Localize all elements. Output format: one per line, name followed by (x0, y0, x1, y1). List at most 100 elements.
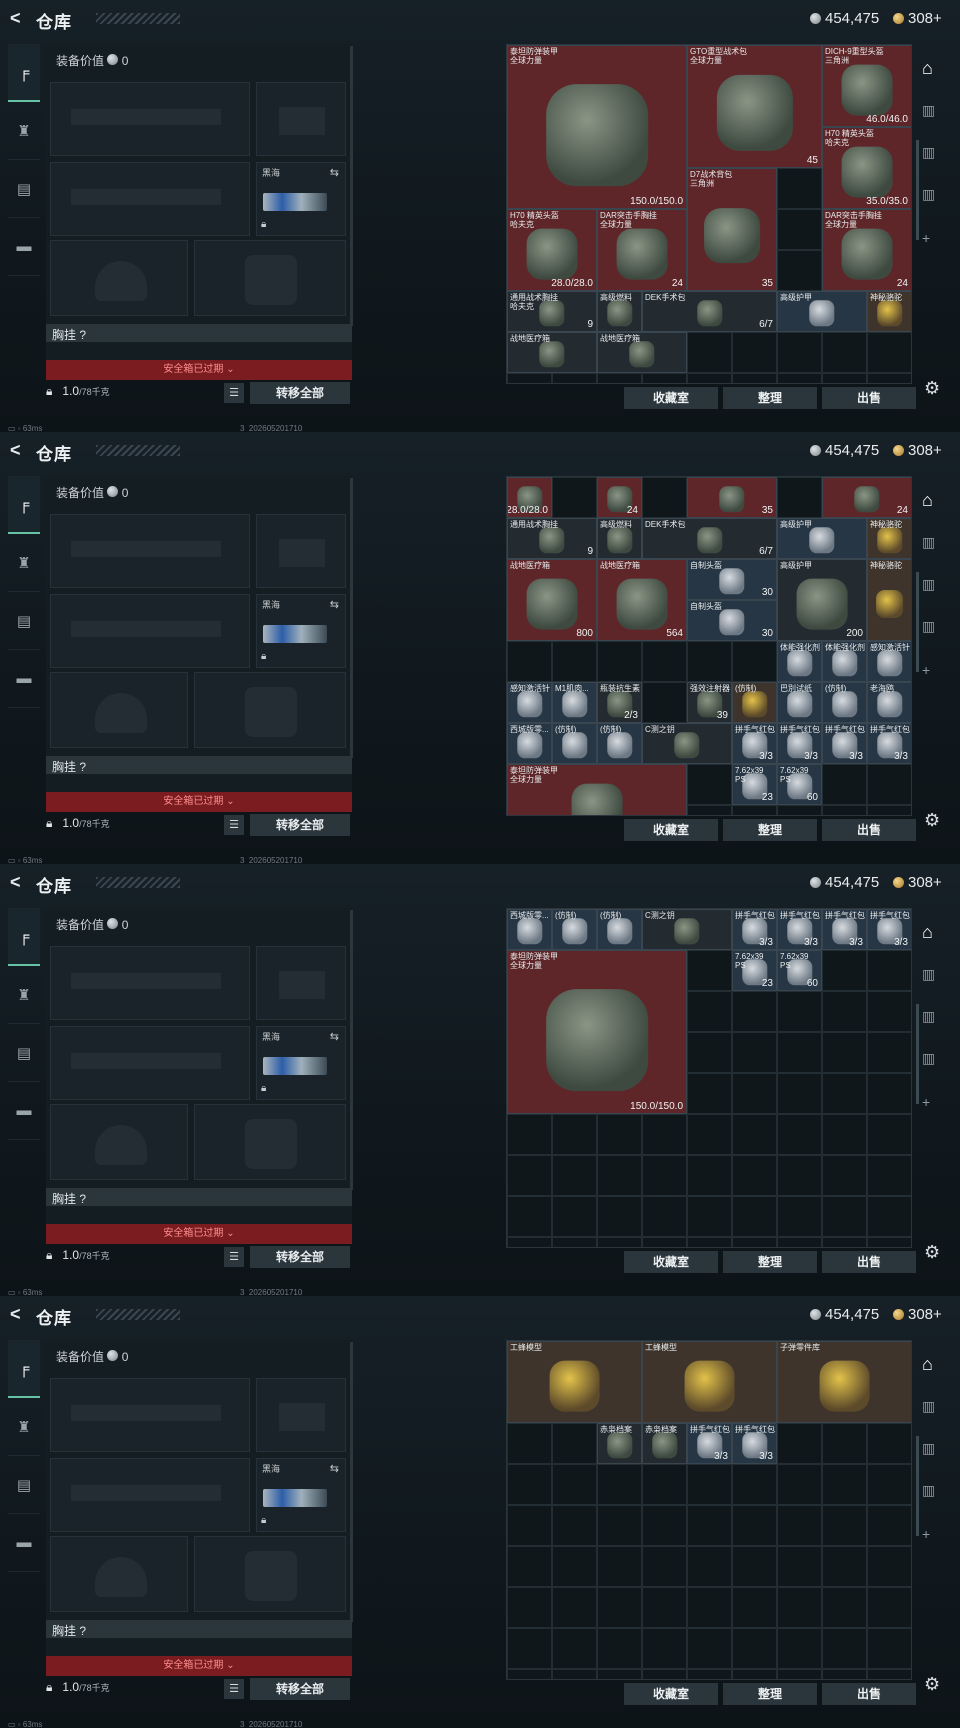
tab-firearm[interactable]: ╒ (8, 476, 40, 534)
grid-cell[interactable] (822, 805, 867, 815)
grid-cell[interactable] (597, 1155, 642, 1196)
melee-slot[interactable]: 黑海 ⇆ 🔒︎ (256, 162, 346, 236)
grid-cell[interactable] (867, 991, 911, 1032)
inventory-item[interactable]: 泰坦防弹装甲 全球力量 150.0/150.0 (507, 950, 687, 1114)
sell-button[interactable]: 出售 (822, 1251, 916, 1273)
equipment-scrollbar[interactable] (350, 478, 353, 758)
grid-cell[interactable] (867, 1464, 911, 1505)
grid-cell[interactable] (732, 373, 777, 383)
grid-cell[interactable] (732, 1505, 777, 1546)
tab-case[interactable]: ▬ (8, 650, 40, 708)
grid-cell[interactable] (687, 950, 732, 991)
grid-cell[interactable] (597, 1628, 642, 1669)
inventory-item[interactable]: 赤枭档案 (642, 1423, 687, 1464)
inventory-item[interactable]: H70 精英头盔 哈夫克 35.0/35.0 (822, 127, 911, 209)
grid-cell[interactable] (687, 764, 732, 805)
inventory-item[interactable]: 高级燃料 (597, 518, 642, 559)
inventory-item[interactable]: 7.62x39 PS 60 (777, 764, 822, 805)
add-icon[interactable]: + (922, 1094, 930, 1110)
grid-cell[interactable] (822, 991, 867, 1032)
inventory-item[interactable]: 子弹零件库 (777, 1341, 911, 1423)
grid-cell[interactable] (507, 1628, 552, 1669)
grid-cell[interactable] (867, 1155, 911, 1196)
grid-cell[interactable] (867, 1587, 911, 1628)
grid-cell[interactable] (867, 1237, 911, 1247)
grid-cell[interactable] (777, 1155, 822, 1196)
grid-cell[interactable] (867, 373, 911, 383)
add-icon[interactable]: + (922, 230, 930, 246)
armor-slot[interactable] (194, 672, 346, 748)
inventory-item[interactable]: 拼手气红包 3/3 (822, 723, 867, 764)
inventory-item[interactable]: 拼手气红包 3/3 (687, 1423, 732, 1464)
pistol-slot[interactable] (256, 946, 346, 1020)
stash-grid[interactable]: 西城版零... (仿制) (仿制) C测之钥 拼手气红包 3/3 拼手气红包 3/3 拼手气红包… (506, 908, 912, 1248)
inventory-item[interactable]: M1肌肉... (552, 682, 597, 723)
inventory-item[interactable]: (仿制) (552, 723, 597, 764)
inventory-item[interactable]: (仿制) (732, 682, 777, 723)
grid-cell[interactable] (732, 1032, 777, 1073)
grid-cell[interactable] (552, 477, 597, 518)
grid-cell[interactable] (822, 1032, 867, 1073)
inventory-item[interactable]: 体能强化剂 (822, 641, 867, 682)
inventory-item[interactable]: GTO重型战术包 全球力量 45 (687, 45, 822, 168)
grid-cell[interactable] (597, 1464, 642, 1505)
grid-cell[interactable] (597, 1587, 642, 1628)
grid-cell[interactable] (687, 373, 732, 383)
inventory-item[interactable]: 24 (822, 477, 911, 518)
grid-cell[interactable] (867, 1669, 911, 1679)
stash-home-icon[interactable]: ⌂ (922, 1354, 933, 1375)
grid-cell[interactable] (552, 1237, 597, 1247)
inventory-item[interactable]: 拼手气红包 3/3 (732, 723, 777, 764)
inventory-item[interactable]: DICH-9重型头盔 三角洲 46.0/46.0 (822, 45, 911, 127)
inventory-item[interactable]: 战地医疗箱 564 (597, 559, 687, 641)
grid-cell[interactable] (732, 1196, 777, 1237)
armor-slot[interactable] (194, 1104, 346, 1180)
gear-icon[interactable]: ⚙ (924, 810, 940, 831)
grid-cell[interactable] (687, 1464, 732, 1505)
grid-cell[interactable] (507, 1464, 552, 1505)
grid-cell[interactable] (822, 1628, 867, 1669)
transfer-all-button[interactable]: 转移全部 (250, 814, 350, 836)
grid-cell[interactable] (552, 1546, 597, 1587)
inventory-item[interactable]: 西城版零... (507, 909, 552, 950)
grid-cell[interactable] (732, 1155, 777, 1196)
stash-grid[interactable]: 泰坦防弹装甲 全球力量 150.0/150.0 GTO重型战术包 全球力量 45 DIC… (506, 44, 912, 384)
grid-cell[interactable] (642, 1546, 687, 1587)
list-icon[interactable]: ☰ (224, 1679, 244, 1699)
collection-room-button[interactable]: 收藏室 (624, 1683, 718, 1705)
grid-cell[interactable] (822, 1155, 867, 1196)
inventory-item[interactable]: 工蜂模型 (642, 1341, 777, 1423)
grid-cell[interactable] (507, 1196, 552, 1237)
grid-cell[interactable] (777, 477, 822, 518)
helmet-slot[interactable] (50, 240, 188, 316)
inventory-item[interactable]: 35 (687, 477, 777, 518)
inventory-item[interactable]: 拼手气红包 3/3 (867, 909, 911, 950)
grid-cell[interactable] (732, 1073, 777, 1114)
safe-box-expired[interactable]: 安全箱已过期 ⌄ (46, 1656, 352, 1676)
grid-cell[interactable] (867, 950, 911, 991)
inventory-item[interactable]: 拼手气红包 3/3 (867, 723, 911, 764)
swap-icon[interactable]: ⇆ (330, 598, 339, 611)
stash-grid[interactable]: 工蜂模型 工蜂模型 子弹零件库 赤枭档案 赤枭档案 拼手气红包 3/3 拼手气红包 3/3 (506, 1340, 912, 1680)
grid-cell[interactable] (777, 1073, 822, 1114)
grid-cell[interactable] (507, 1546, 552, 1587)
grid-cell[interactable] (507, 373, 552, 383)
inventory-item[interactable]: 强效注射器 39 (687, 682, 732, 723)
inventory-item[interactable]: (仿制) (597, 909, 642, 950)
stash-page-icon[interactable]: ▥ (922, 966, 935, 983)
inventory-item[interactable]: 感知激活针 (867, 641, 911, 682)
grid-cell[interactable] (777, 1032, 822, 1073)
grid-cell[interactable] (732, 1114, 777, 1155)
melee-slot[interactable]: 黑海 ⇆ 🔒︎ (256, 594, 346, 668)
grid-cell[interactable] (867, 1423, 911, 1464)
safe-box-expired[interactable]: 安全箱已过期 ⌄ (46, 1224, 352, 1244)
inventory-item[interactable]: 泰坦防弹装甲 全球力量 150.0/150.0 (507, 45, 687, 209)
grid-cell[interactable] (822, 1669, 867, 1679)
stash-home-icon[interactable]: ⌂ (922, 922, 933, 943)
grid-cell[interactable] (642, 1587, 687, 1628)
collection-room-button[interactable]: 收藏室 (624, 1251, 718, 1273)
grid-cell[interactable] (777, 168, 822, 209)
list-icon[interactable]: ☰ (224, 815, 244, 835)
grid-cell[interactable] (507, 1155, 552, 1196)
grid-cell[interactable] (867, 1032, 911, 1073)
